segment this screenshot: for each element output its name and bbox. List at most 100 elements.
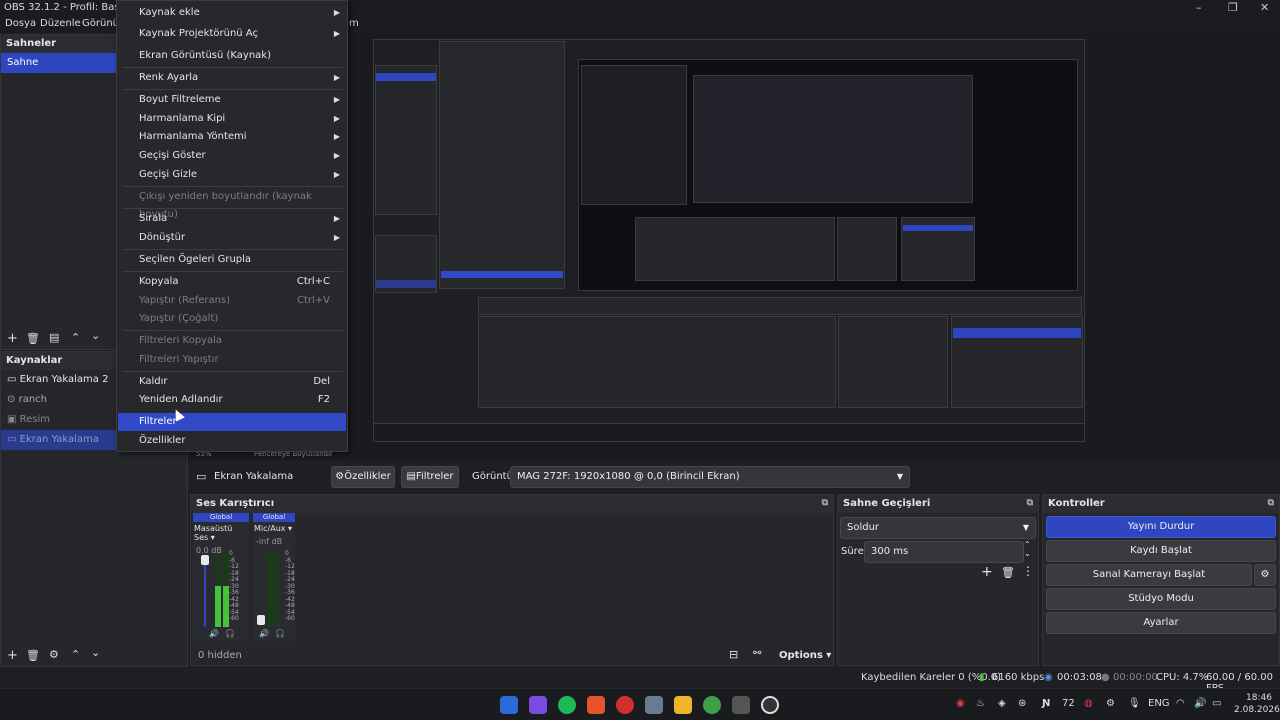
menu-item-copy[interactable]: Kopyala Ctrl+C — [118, 273, 346, 291]
menu-item-blend-mode[interactable]: Harmanlama Kipi ▶ — [118, 110, 346, 128]
tray-icon[interactable]: ◉ — [956, 698, 965, 709]
chrome-icon[interactable] — [703, 696, 721, 714]
menu-item-paste-duplicate[interactable]: Yapıştır (Çoğalt) — [118, 310, 346, 328]
language[interactable]: ENG — [1148, 698, 1170, 709]
popout-icon[interactable]: ⧉ — [1268, 498, 1274, 508]
menu-separator — [123, 186, 343, 187]
stepper-down-icon[interactable]: ⌄ — [1024, 549, 1031, 558]
cpu-usage: CPU: 4.7% — [1156, 672, 1209, 683]
menu-item-resize-output[interactable]: Çıkışı yeniden boyutlandır (kaynak boyut… — [118, 188, 346, 220]
menu-item-screenshot-source[interactable]: Ekran Görüntüsü (Kaynak) — [118, 47, 346, 65]
headphones-icon[interactable]: 🎧 — [225, 629, 235, 638]
calculator-icon[interactable] — [645, 696, 663, 714]
layout-icon[interactable]: ⊟ — [729, 648, 738, 661]
popout-icon[interactable]: ⧉ — [822, 498, 828, 508]
speaker-icon[interactable]: 🔊 — [259, 629, 269, 638]
add-icon[interactable]: + — [981, 564, 993, 580]
volume-icon[interactable]: 🔊 — [1194, 698, 1206, 709]
menu-item-show-transition[interactable]: Geçişi Göster ▶ — [118, 147, 346, 165]
filters-button[interactable]: ▤Filtreler — [401, 466, 459, 488]
popout-icon[interactable]: ⧉ — [1027, 498, 1033, 508]
folder-icon[interactable] — [674, 696, 692, 714]
headphones-icon[interactable]: 🎧 — [275, 629, 285, 638]
duration-input[interactable]: 300 ms — [864, 541, 1024, 563]
menu-item-paste-reference[interactable]: Yapıştır (Referans) Ctrl+V — [118, 292, 346, 310]
stop-stream-button[interactable]: Yayını Durdur — [1046, 516, 1276, 538]
taskbar: ◉ ♨ ◈ ⊛ Ɲ 72 ◍ ⚙ 🎙 ENG ◠ 🔊 ▭ 18:46 2.08.… — [0, 688, 1280, 720]
channel-name[interactable]: Masaüstü Ses ▾ — [193, 522, 249, 544]
menu-item-properties[interactable]: Özellikler — [118, 432, 346, 450]
transition-select[interactable]: Soldur ▼ — [840, 517, 1036, 539]
menu-item-scale-filtering[interactable]: Boyut Filtreleme ▶ — [118, 91, 346, 109]
mic-icon[interactable]: 🎙 — [1128, 698, 1141, 709]
app-icon[interactable] — [529, 696, 547, 714]
menu-separator — [123, 89, 343, 90]
minimize-button[interactable]: – — [1196, 1, 1202, 14]
display-select[interactable]: MAG 272F: 1920x1080 @ 0,0 (Birincil Ekra… — [510, 466, 910, 488]
gear-icon[interactable]: ⚙ — [49, 648, 59, 661]
tray-icon[interactable]: ⚙ — [1106, 698, 1115, 709]
menu-item-filters[interactable]: Filtreler — [118, 413, 346, 431]
studio-mode-button[interactable]: Stüdyo Modu — [1046, 588, 1276, 610]
start-record-button[interactable]: Kaydı Başlat — [1046, 540, 1276, 562]
app-icon[interactable] — [616, 696, 634, 714]
volume-slider[interactable] — [201, 555, 209, 565]
wifi-icon[interactable]: ◠ — [1176, 698, 1185, 709]
move-up-icon[interactable]: ⌃ — [71, 648, 80, 661]
transitions-header: Sahne Geçişleri ⧉ — [838, 495, 1038, 513]
tray-icon[interactable]: Ɲ — [1042, 698, 1050, 709]
menu-item-hide-transition[interactable]: Geçişi Gizle ▶ — [118, 166, 346, 184]
options-menu[interactable]: Options ▾ — [779, 650, 831, 661]
tray-icon[interactable]: ◍ — [1084, 698, 1093, 709]
properties-button[interactable]: ⚙Özellikler — [331, 466, 395, 488]
move-down-icon[interactable]: ⌄ — [91, 646, 100, 659]
hidden-count[interactable]: 0 hidden — [198, 650, 242, 661]
menu-item-add-source[interactable]: Kaynak ekle ▶ — [118, 4, 346, 22]
battery-icon[interactable]: ▭ — [1212, 698, 1221, 709]
clock-time[interactable]: 18:46 — [1246, 693, 1272, 703]
trash-icon[interactable]: 🗑 — [26, 332, 40, 345]
speaker-icon[interactable]: 🔊 — [209, 629, 219, 638]
channel-name[interactable]: Mic/Aux ▾ — [253, 522, 295, 535]
start-icon[interactable] — [500, 696, 518, 714]
add-icon[interactable]: + — [7, 331, 18, 346]
trash-icon[interactable]: 🗑 — [26, 649, 40, 662]
menu-file[interactable]: Dosya — [5, 18, 36, 29]
menu-item-blend-method[interactable]: Harmanlama Yöntemi ▶ — [118, 128, 346, 146]
move-down-icon[interactable]: ⌄ — [91, 329, 100, 342]
volume-slider[interactable] — [257, 615, 265, 625]
menu-view[interactable]: Görünü — [82, 18, 119, 29]
link-icon[interactable]: ⚯ — [753, 648, 761, 659]
menu-item-remove[interactable]: Kaldır Del — [118, 373, 346, 391]
tray-icon[interactable]: ⊛ — [1018, 698, 1026, 709]
clock-date[interactable]: 2.08.2026 — [1234, 705, 1280, 715]
menu-item-rename[interactable]: Yeniden Adlandır F2 — [118, 391, 346, 409]
steam-icon[interactable]: ♨ — [976, 698, 985, 709]
tray-icon[interactable]: ◈ — [998, 698, 1006, 709]
menu-item-color[interactable]: Renk Ayarla ▶ — [118, 69, 346, 87]
spotify-icon[interactable] — [558, 696, 576, 714]
close-button[interactable]: ✕ — [1260, 1, 1269, 14]
menu-overflow[interactable]: m — [349, 18, 359, 29]
menu-item-group-selected[interactable]: Seçilen Ögeleri Grupla — [118, 251, 346, 269]
menu-item-paste-filters[interactable]: Filtreleri Yapıştır — [118, 351, 346, 369]
filter-icon[interactable]: ▤ — [49, 331, 59, 344]
menu-edit[interactable]: Düzenle — [40, 18, 81, 29]
menu-item-open-source-projector[interactable]: Kaynak Projektörünü Aç ▶ — [118, 25, 346, 43]
maximize-button[interactable]: ❐ — [1228, 1, 1238, 14]
settings-button[interactable]: Ayarlar — [1046, 612, 1276, 634]
add-icon[interactable]: + — [7, 648, 18, 663]
virtual-cam-settings-button[interactable]: ⚙ — [1254, 564, 1276, 586]
move-up-icon[interactable]: ⌃ — [71, 331, 80, 344]
menu-item-order[interactable]: Sırala ▶ — [118, 210, 346, 228]
trash-icon[interactable]: 🗑 — [1001, 566, 1015, 579]
stepper-up-icon[interactable]: ⌃ — [1024, 540, 1031, 549]
menu-item-transform[interactable]: Dönüştür ▶ — [118, 229, 346, 247]
preview-canvas[interactable] — [373, 39, 1085, 442]
menu-item-copy-filters[interactable]: Filtreleri Kopyala — [118, 332, 346, 350]
app-icon[interactable] — [732, 696, 750, 714]
more-icon[interactable]: ⋮ — [1022, 564, 1034, 578]
brave-icon[interactable] — [587, 696, 605, 714]
start-virtual-cam-button[interactable]: Sanal Kamerayı Başlat — [1046, 564, 1252, 586]
obs-icon[interactable] — [761, 696, 779, 714]
